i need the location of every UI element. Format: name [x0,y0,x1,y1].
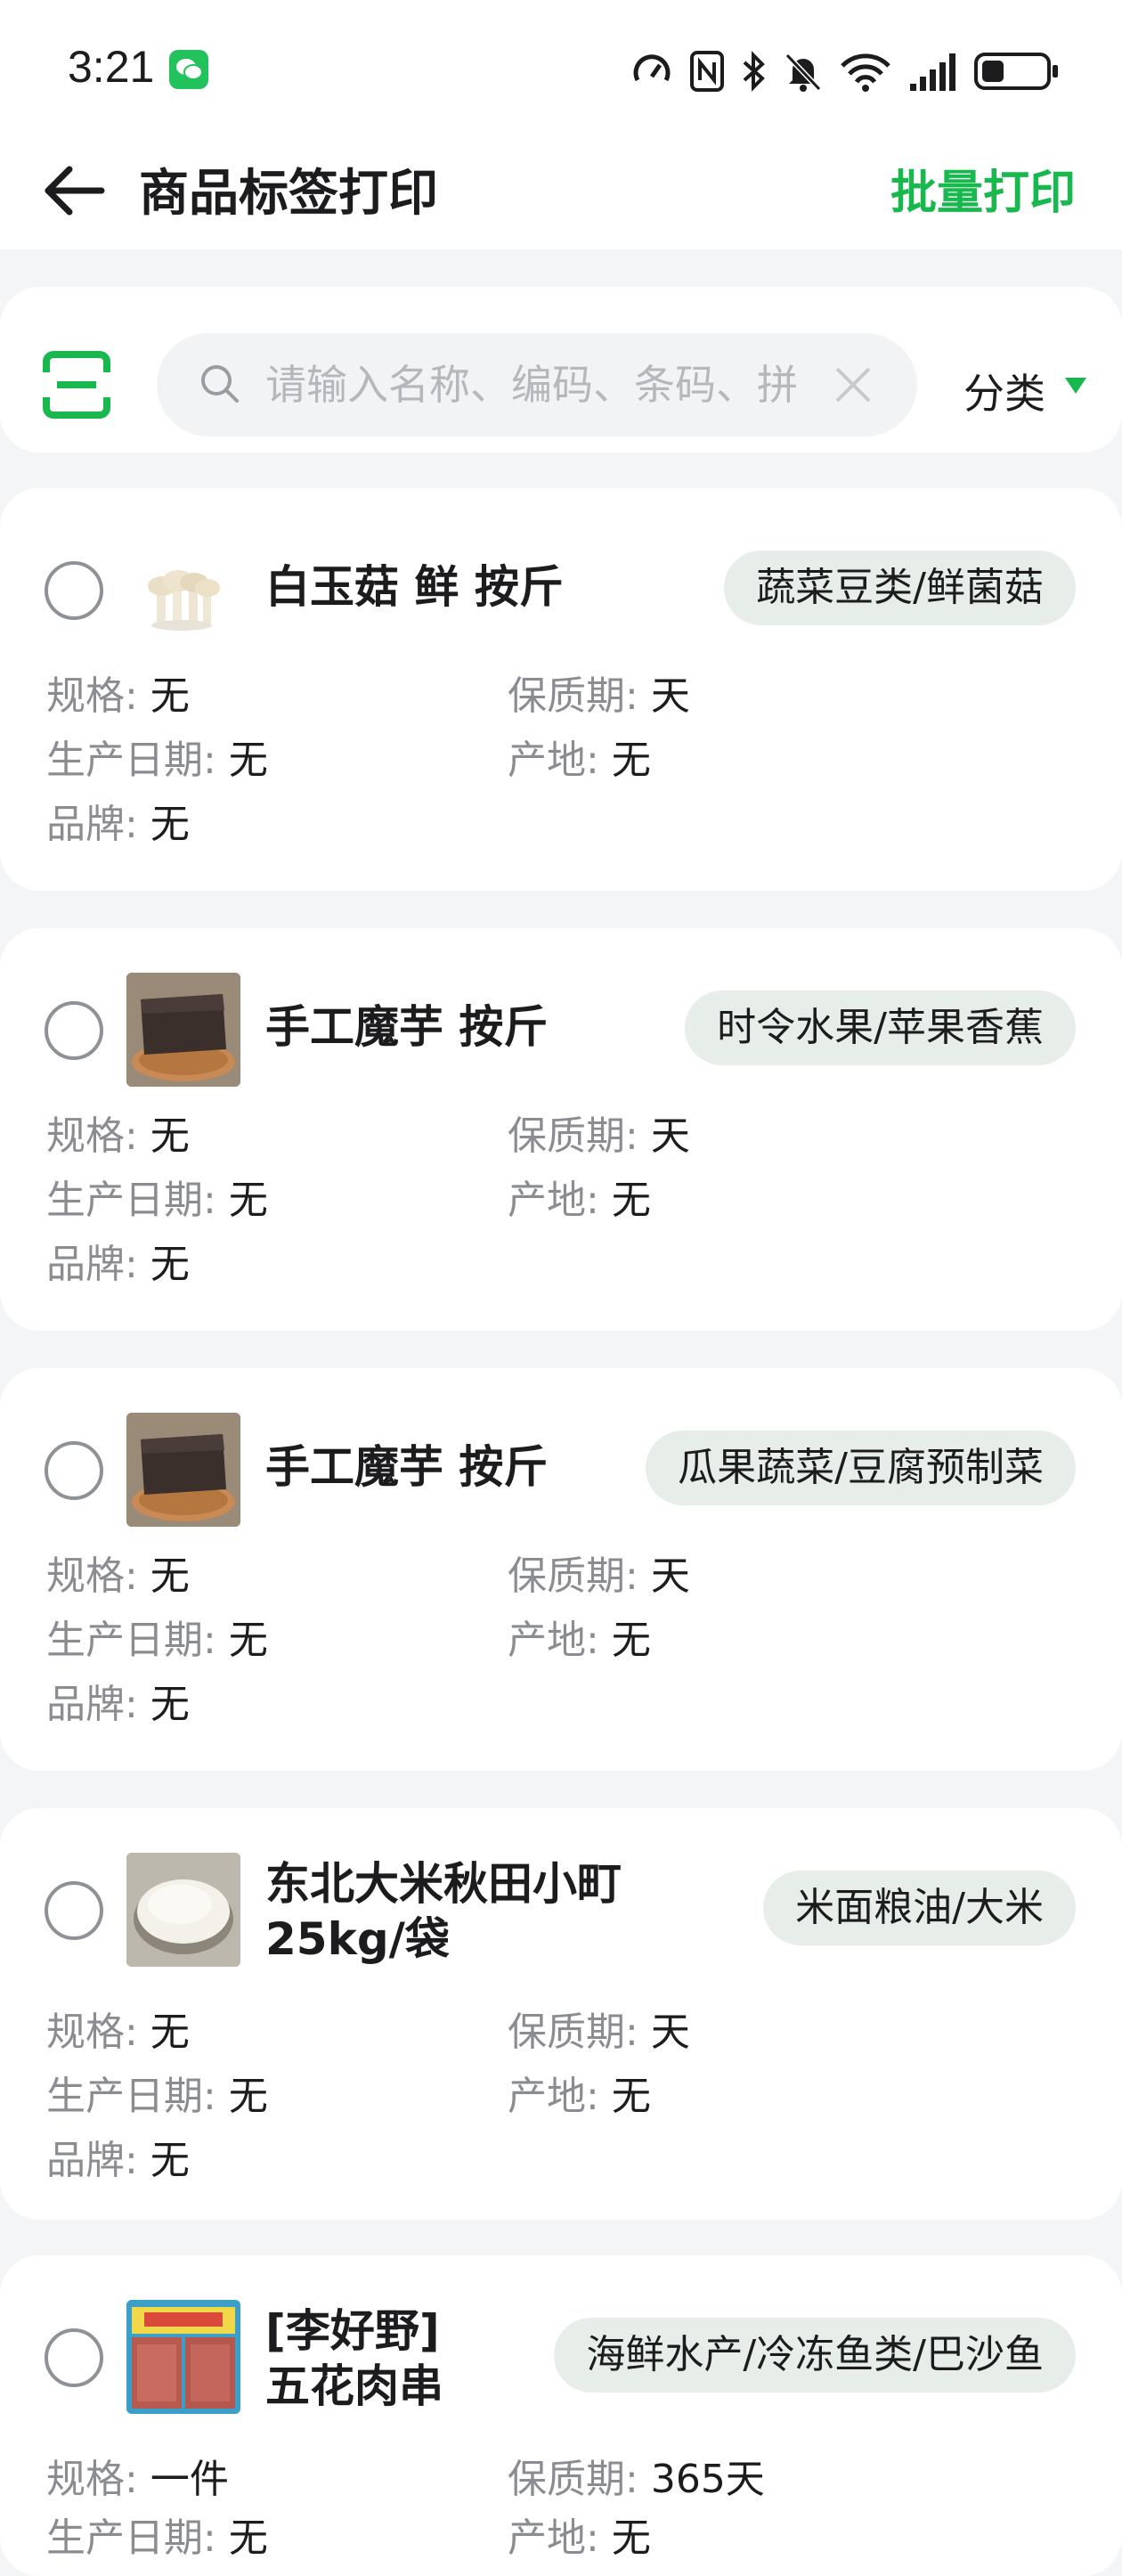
clear-icon[interactable] [833,365,873,404]
product-card[interactable]: 东北大米秋田小町 25kg/袋 米面粮油/大米 规格: 无 保质期: 天 生产日… [0,1808,1122,2220]
spec-field: 规格: 无 [46,2009,190,2055]
category-tag: 米面粮油/大米 [763,1871,1076,1945]
origin-field: 产地: 无 [508,1618,651,1663]
category-tag: 时令水果/苹果香蕉 [685,990,1076,1065]
origin-field: 产地: 无 [508,738,651,783]
category-filter-button[interactable]: 分类 [963,362,1045,420]
wechat-icon [169,50,208,89]
shelf-life-field: 保质期: 365天 [508,2457,765,2502]
battery-icon [974,53,1058,90]
spec-field: 规格: 无 [46,1553,190,1599]
category-tag: 海鲜水产/冷冻鱼类/巴沙鱼 [554,2318,1076,2393]
production-date-field: 生产日期: 无 [46,1178,268,1223]
production-date-field: 生产日期: 无 [46,2515,268,2561]
signal-icon [910,53,955,91]
product-name: 手工魔芋 按斤 [265,1441,549,1493]
batch-print-button[interactable]: 批量打印 [890,155,1076,222]
mute-icon [785,53,822,92]
select-checkbox[interactable] [45,561,103,620]
brand-field: 品牌: 无 [46,1682,190,1727]
status-bar: 3:21 [0,0,1122,134]
mushroom-image [126,533,240,647]
product-card[interactable]: [李好野] 五花肉串 海鲜水产/冷冻鱼类/巴沙鱼 规格: 一件 保质期: 365… [0,2255,1122,2576]
search-bar-card: 分类 [0,287,1122,452]
search-box[interactable] [157,333,917,436]
product-name: [李好野] 五花肉串 [265,2305,443,2412]
select-checkbox[interactable] [45,2328,103,2387]
origin-field: 产地: 无 [508,1178,651,1223]
production-date-field: 生产日期: 无 [46,738,268,783]
konjac-image [126,1413,240,1527]
select-checkbox[interactable] [45,1441,103,1500]
brand-field: 品牌: 无 [46,802,190,847]
shelf-life-field: 保质期: 天 [508,1113,690,1159]
product-name: 东北大米秋田小町 25kg/袋 [265,1858,622,1965]
shelf-life-field: 保质期: 天 [508,2009,690,2055]
search-input[interactable] [265,349,800,420]
status-time: 3:21 [68,42,155,92]
production-date-field: 生产日期: 无 [46,1618,268,1663]
brand-field: 品牌: 无 [46,2138,190,2183]
production-date-field: 生产日期: 无 [46,2074,268,2119]
origin-field: 产地: 无 [508,2074,651,2119]
konjac-image [126,973,240,1087]
select-checkbox[interactable] [45,1881,103,1940]
origin-field: 产地: 无 [508,2515,651,2561]
rice-image [126,1853,240,1967]
category-tag: 蔬菜豆类/鲜菌菇 [724,550,1076,625]
wifi-icon [841,53,890,92]
caret-down-icon[interactable] [1065,378,1086,394]
pork-skewer-image [126,2300,240,2414]
product-name: 手工魔芋 按斤 [265,1001,549,1053]
product-card[interactable]: 手工魔芋 按斤 时令水果/苹果香蕉 规格: 无 保质期: 天 生产日期: 无 产… [0,928,1122,1331]
category-tag: 瓜果蔬菜/豆腐预制菜 [646,1431,1076,1505]
scan-icon[interactable] [41,349,112,420]
brand-field: 品牌: 无 [46,1242,190,1287]
product-card[interactable]: 白玉菇 鲜 按斤 蔬菜豆类/鲜菌菇 规格: 无 保质期: 天 生产日期: 无 产… [0,488,1122,891]
select-checkbox[interactable] [45,1001,103,1060]
app-bar: 商品标签打印 批量打印 [0,134,1122,249]
product-card[interactable]: 手工魔芋 按斤 瓜果蔬菜/豆腐预制菜 规格: 无 保质期: 天 生产日期: 无 … [0,1368,1122,1771]
page-title: 商品标签打印 [139,165,438,223]
product-name: 白玉菇 鲜 按斤 [265,561,564,613]
spec-field: 规格: 一件 [46,2457,229,2502]
nfc-speed-icon [633,54,671,82]
shelf-life-field: 保质期: 天 [508,673,690,719]
search-icon [198,362,242,406]
shelf-life-field: 保质期: 天 [508,1553,690,1599]
bluetooth-icon [743,51,765,92]
spec-field: 规格: 无 [46,1113,190,1159]
back-arrow-icon[interactable] [39,155,110,226]
nfc-icon [690,51,724,92]
spec-field: 规格: 无 [46,673,190,719]
